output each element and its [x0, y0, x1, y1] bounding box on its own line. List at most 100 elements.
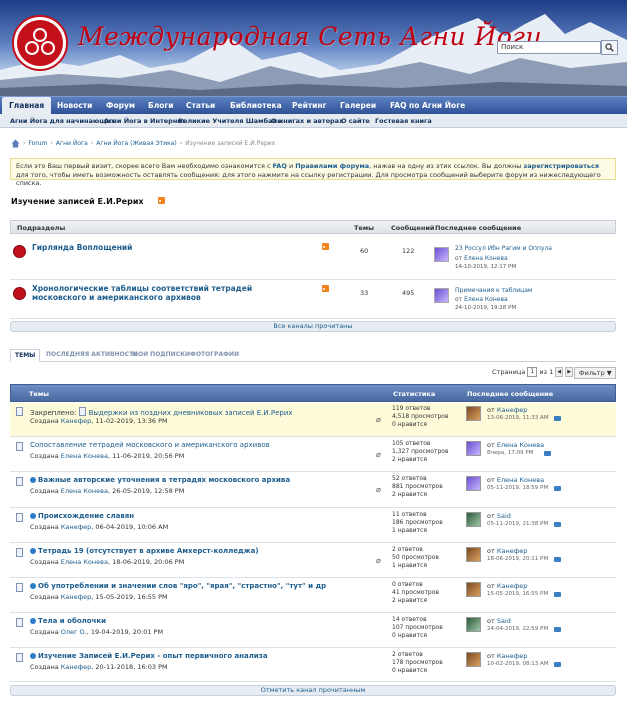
topic-title[interactable]: Выдержки из поздних дневниковых записей … — [89, 409, 293, 417]
search-button[interactable] — [601, 40, 618, 55]
nav-forum[interactable]: Форум — [106, 97, 135, 114]
subforum-title[interactable]: Гирлянда Воплощений — [32, 243, 132, 252]
avatar[interactable] — [466, 582, 481, 597]
tab-photos[interactable]: ФОТОГРАФИИ — [190, 349, 239, 361]
replies-count: 119 ответов — [392, 405, 431, 412]
faq-link[interactable]: FAQ — [273, 162, 287, 170]
home-icon[interactable] — [11, 139, 20, 148]
avatar[interactable] — [466, 476, 481, 491]
forum-icon — [13, 245, 26, 258]
last-post-author[interactable]: Канефер — [497, 547, 528, 555]
last-post-thumbnail[interactable] — [434, 288, 449, 303]
last-post-author[interactable]: Said — [497, 617, 511, 625]
last-post-author-link[interactable]: Елена Конева — [464, 296, 508, 303]
topic-title[interactable]: Сопоставление тетрадей московского и аме… — [30, 441, 270, 449]
breadcrumb-forum[interactable]: Forum — [28, 140, 47, 147]
breadcrumb-agni-yoga[interactable]: Агни Йога — [56, 140, 88, 147]
subnav-guestbook[interactable]: Гостевая книга — [375, 114, 432, 128]
nav-rating[interactable]: Рейтинг — [292, 97, 327, 114]
last-post-date: 14-10-2019, 12:17 PM — [455, 264, 517, 270]
last-post-thumbnail[interactable] — [434, 247, 449, 262]
prev-page-button[interactable]: ◀ — [555, 367, 564, 377]
go-to-last-post-icon[interactable] — [554, 662, 561, 667]
avatar[interactable] — [466, 617, 481, 632]
topic-author[interactable]: Канефер — [61, 417, 92, 425]
go-to-last-post-icon[interactable] — [554, 416, 561, 421]
tab-latest-activity[interactable]: ПОСЛЕДНЯЯ АКТИВНОСТЬ — [46, 349, 138, 361]
last-post-author[interactable]: Канефер — [497, 652, 528, 660]
topic-title[interactable]: Тела и оболочки — [38, 617, 106, 625]
notice-text: для того, чтобы иметь возможность оставл… — [16, 170, 601, 188]
nav-galleries[interactable]: Галереи — [340, 97, 376, 114]
topic-title[interactable]: Тетрадь 19 (отсутствует в архиве Амхерст… — [38, 547, 259, 555]
topic-title[interactable]: Об употреблении и значении слов "яро", "… — [38, 582, 326, 590]
go-to-last-post-icon[interactable] — [554, 486, 561, 491]
subnav-beginners[interactable]: Агни Йога для начинающих — [10, 114, 115, 128]
rules-link[interactable]: Правилами форума — [295, 162, 369, 170]
subnav-about[interactable]: О сайте — [341, 114, 370, 128]
last-post-title[interactable]: 23 Россул Ибн Рагим и Оппула — [455, 245, 552, 252]
subnav-books[interactable]: О книгах и авторах — [271, 114, 343, 128]
avatar[interactable] — [466, 652, 481, 667]
go-to-last-post-icon[interactable] — [554, 557, 561, 562]
tab-my-subscriptions[interactable]: МОИ ПОДПИСКИ — [132, 349, 190, 361]
topic-author[interactable]: Канефер — [61, 523, 92, 531]
mark-all-read-link[interactable]: Все каналы прочитаны — [10, 321, 616, 332]
topic-author[interactable]: Елена Конева — [61, 452, 108, 460]
topic-title[interactable]: Происхождение славян — [38, 512, 134, 520]
go-to-last-post-icon[interactable] — [554, 627, 561, 632]
next-page-button[interactable]: ▶ — [565, 367, 574, 377]
avatar[interactable] — [466, 406, 481, 421]
last-post-author[interactable]: Канефер — [497, 582, 528, 590]
by-label: от — [487, 512, 497, 520]
rss-icon[interactable] — [322, 243, 329, 250]
topic-stats: 11 ответов 186 просмотров 1 нравится — [392, 511, 443, 535]
go-to-last-post-icon[interactable] — [554, 522, 561, 527]
topic-author[interactable]: Елена Конева — [61, 558, 108, 566]
topic-stats: 0 ответов 41 просмотров 2 нравится — [392, 581, 439, 605]
avatar[interactable] — [466, 512, 481, 527]
topic-title[interactable]: Изучение Записей Е.И.Рерих - опыт первич… — [38, 652, 268, 660]
nav-news[interactable]: Новости — [57, 97, 92, 114]
page-number-input[interactable]: 1 — [527, 367, 538, 377]
nav-blogs[interactable]: Блоги — [148, 97, 174, 114]
avatar[interactable] — [466, 441, 481, 456]
topic-author[interactable]: Канефер — [61, 593, 92, 601]
last-post-author[interactable]: Елена Конева — [497, 476, 544, 484]
nav-library[interactable]: Библиотека — [230, 97, 282, 114]
topic-author[interactable]: Канефер — [61, 663, 92, 671]
views-count: 4,518 просмотров — [392, 413, 449, 420]
search-input[interactable]: Поиск — [497, 41, 601, 54]
subforum-threads: 60 — [360, 247, 369, 255]
register-link[interactable]: зарегистрироваться — [524, 162, 600, 170]
topic-icon — [16, 618, 23, 627]
nav-articles[interactable]: Статьи — [186, 97, 215, 114]
subnav-internet[interactable]: Агни Йога в Интернет — [104, 114, 186, 128]
nav-faq[interactable]: FAQ по Агни Йоге — [390, 97, 465, 114]
avatar[interactable] — [466, 547, 481, 562]
topic-author[interactable]: Олег О. — [61, 628, 87, 636]
subforum-title[interactable]: Хронологические таблицы соответствий тет… — [32, 284, 297, 302]
nav-home[interactable]: Главная — [2, 97, 52, 114]
topics-col-stats: Статистика — [393, 390, 436, 398]
go-to-last-post-icon[interactable] — [544, 451, 551, 456]
rss-icon[interactable] — [158, 197, 165, 204]
last-post-author[interactable]: Said — [497, 512, 511, 520]
last-post-author[interactable]: Елена Конева — [497, 441, 544, 449]
subforums-col-name: Подразделы — [17, 224, 66, 232]
topic-author[interactable]: Елена Конева — [61, 487, 108, 495]
filter-dropdown[interactable]: Фильтр ▼ — [574, 367, 616, 379]
subforum-posts: 122 — [402, 247, 415, 255]
last-post-author[interactable]: Канефер — [497, 406, 528, 414]
subnav-teachers[interactable]: Великие Учителя Шамбалы — [178, 114, 283, 128]
tab-topics[interactable]: ТЕМЫ — [10, 349, 41, 362]
last-post-title[interactable]: Примечания к таблицам — [455, 287, 532, 294]
mark-channel-read-link[interactable]: Отметить канал прочитанным — [10, 685, 616, 696]
rss-icon[interactable] — [322, 285, 329, 292]
by-label: от — [487, 617, 497, 625]
last-post-author-link[interactable]: Елена Конева — [464, 255, 508, 262]
go-to-last-post-icon[interactable] — [554, 592, 561, 597]
topic-title[interactable]: Важные авторские уточнения в тетрадях мо… — [38, 476, 290, 484]
logo-icon[interactable] — [11, 14, 69, 72]
breadcrumb-living-ethics[interactable]: Агни Йога (Живая Этика) — [96, 140, 177, 147]
